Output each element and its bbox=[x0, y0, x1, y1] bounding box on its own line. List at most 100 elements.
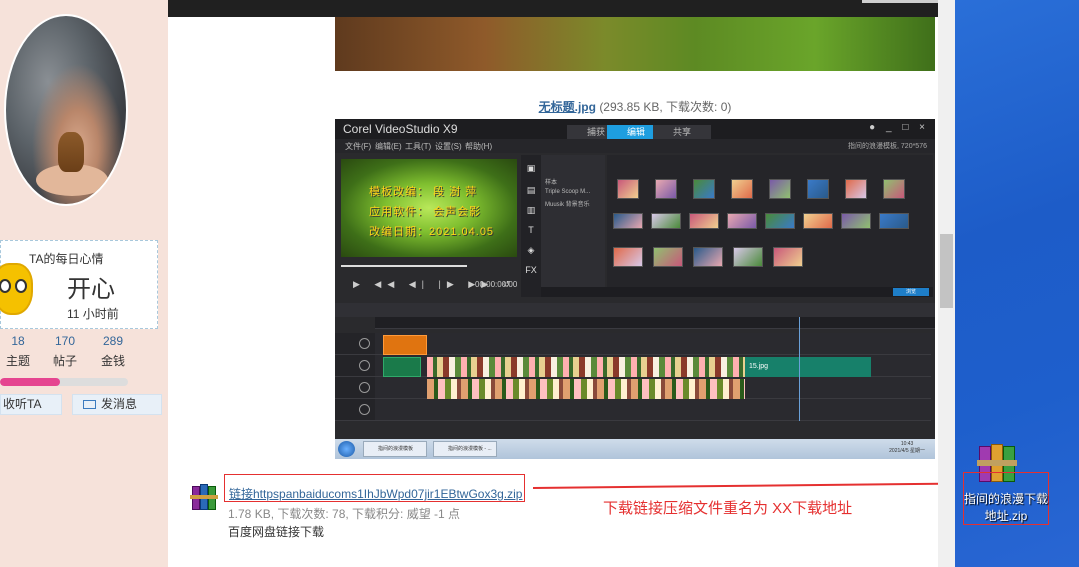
stat-posts[interactable]: 170 帖子 bbox=[40, 334, 90, 369]
library-thumbnail bbox=[651, 213, 681, 229]
embedded-editor-screenshot[interactable]: Corel VideoStudio X9 捕获 编辑 共享 ● _ □ × 文件… bbox=[335, 119, 935, 459]
timeline-clip-color bbox=[383, 335, 427, 355]
timeline-photo-strip-2 bbox=[427, 379, 745, 399]
timeline-ruler bbox=[375, 317, 935, 329]
windows-start-icon bbox=[338, 441, 355, 457]
mood-time: 11 小时前 bbox=[67, 307, 119, 321]
editor-menu-settings: 设置(S) bbox=[435, 142, 462, 151]
library-thumbnail bbox=[883, 179, 905, 199]
attachment-meta: 1.78 KB, 下载次数: 78, 下载积分: 威望 -1 点 bbox=[228, 507, 461, 521]
level-progress-fill bbox=[0, 378, 61, 386]
stat-money-count[interactable]: 289 bbox=[88, 334, 138, 348]
taskbar-item-1: 指间的浪漫模板 bbox=[363, 441, 427, 457]
editor-menu-file: 文件(F) bbox=[345, 142, 372, 151]
attachment-description: 百度网盘链接下载 bbox=[228, 525, 325, 539]
media-tool-icon: ▣ bbox=[526, 163, 536, 173]
library-folder-sample: 样本 bbox=[545, 180, 558, 186]
library-thumbnail bbox=[803, 213, 833, 229]
taskbar-clock: 10:43 2021/4/5 星期一 bbox=[889, 441, 925, 455]
image-filename-link[interactable]: 无标题.jpg bbox=[539, 100, 596, 114]
library-thumbnail bbox=[617, 179, 639, 199]
timeline-clip-intro bbox=[383, 357, 421, 377]
transition-tool-icon: ▥ bbox=[526, 205, 536, 215]
editor-window-buttons: ● _ □ × bbox=[869, 122, 929, 133]
editor-tool-strip: ▣ ▤ ▥ T ◈ FX bbox=[521, 155, 541, 297]
rar-archive-icon bbox=[190, 483, 220, 511]
editor-library-footer: 浏览 bbox=[541, 287, 933, 297]
editor-library-thumbnails bbox=[607, 155, 933, 297]
taskbar-clock-time: 10:43 bbox=[900, 441, 914, 447]
stat-posts-count[interactable]: 170 bbox=[40, 334, 90, 348]
library-thumbnail bbox=[727, 213, 757, 229]
library-thumbnail bbox=[693, 247, 723, 267]
library-thumbnail bbox=[731, 179, 753, 199]
timeline-playhead bbox=[799, 317, 800, 421]
editor-tab-share: 共享 bbox=[653, 125, 711, 139]
track-head-overlay2 bbox=[335, 377, 375, 399]
library-thumbnail bbox=[693, 179, 715, 199]
track-head-title bbox=[335, 399, 375, 421]
send-message-button[interactable]: 发消息 bbox=[72, 394, 162, 415]
mood-smiley-icon bbox=[0, 263, 33, 315]
preview-line-2: 应用软件： 会声会影 bbox=[369, 206, 482, 218]
mood-title: TA的每日心情 bbox=[29, 252, 104, 266]
editor-menu-edit: 编辑(E) bbox=[375, 142, 402, 151]
library-folder-music: Muusik 背景音乐 bbox=[545, 202, 590, 208]
stat-threads-count[interactable]: 18 bbox=[0, 334, 43, 348]
annotation-arrow-line bbox=[532, 482, 953, 489]
title-tool-icon: T bbox=[528, 225, 534, 235]
follow-button[interactable]: 收听TA bbox=[0, 394, 62, 415]
taskbar-clock-date: 2021/4/5 星期一 bbox=[889, 448, 925, 454]
library-thumbnail bbox=[879, 213, 909, 229]
library-thumbnail bbox=[773, 247, 803, 267]
stat-posts-label: 帖子 bbox=[52, 354, 77, 368]
mood-value: 开心 bbox=[67, 276, 115, 303]
preview-scrub-bar bbox=[341, 265, 467, 267]
editor-app-title: Corel VideoStudio X9 bbox=[343, 122, 458, 136]
windows-taskbar: 指间的浪漫模板 指间的浪漫模板 - ... 10:43 2021/4/5 星期一 bbox=[335, 439, 935, 459]
library-thumbnail bbox=[845, 179, 867, 199]
timeline-photo-strip-1 bbox=[427, 357, 745, 377]
timeline-clip-label: 15.jpg bbox=[749, 363, 769, 370]
level-progress-bar bbox=[0, 378, 128, 386]
top-nav-edge bbox=[862, 0, 938, 3]
envelope-icon bbox=[83, 400, 96, 409]
library-thumbnail bbox=[613, 247, 643, 267]
attachment-download-link[interactable]: 链接httpspanbaiducoms1IhJbWpd07jir1EBtwGox… bbox=[229, 485, 523, 502]
stat-money-label: 金钱 bbox=[100, 354, 125, 368]
editor-title-bar: Corel VideoStudio X9 捕获 编辑 共享 ● _ □ × bbox=[335, 119, 935, 139]
send-message-label: 发消息 bbox=[101, 397, 138, 411]
library-thumbnail bbox=[733, 247, 763, 267]
avatar[interactable] bbox=[4, 14, 128, 206]
library-thumbnail bbox=[765, 213, 795, 229]
track-video bbox=[375, 333, 931, 355]
editor-menu-tools: 工具(T) bbox=[405, 142, 432, 151]
track-head-overlay1 bbox=[335, 355, 375, 377]
instant-project-icon: ▤ bbox=[526, 185, 536, 195]
library-thumbnail bbox=[807, 179, 829, 199]
mood-eye-right bbox=[15, 279, 27, 293]
track-title bbox=[375, 399, 931, 421]
library-thumbnail bbox=[841, 213, 871, 229]
timeline-toolbar bbox=[335, 303, 935, 317]
image-meta: (293.85 KB, 下载次数: 0) bbox=[599, 100, 732, 114]
stat-threads[interactable]: 18 主题 bbox=[0, 334, 43, 369]
post-image-top bbox=[335, 17, 935, 71]
graphics-tool-icon: ◈ bbox=[527, 245, 535, 255]
avatar-figurine bbox=[58, 132, 84, 172]
stat-threads-label: 主题 bbox=[5, 354, 30, 368]
editor-menu-bar: 文件(F) 编辑(E) 工具(T) 设置(S) 帮助(H) 指间的浪漫模板, 7… bbox=[335, 139, 935, 153]
library-browse-button: 浏览 bbox=[893, 288, 929, 296]
editor-status: 指间的浪漫模板, 720*576 bbox=[848, 143, 927, 150]
rename-annotation: 下载链接压缩文件重名为 XX下载地址 bbox=[603, 500, 853, 517]
library-thumbnail bbox=[769, 179, 791, 199]
page-scrollbar-thumb[interactable] bbox=[940, 234, 953, 308]
image-caption: 无标题.jpg (293.85 KB, 下载次数: 0) bbox=[335, 98, 935, 115]
editor-menu-help: 帮助(H) bbox=[465, 142, 493, 151]
library-thumbnail bbox=[653, 247, 683, 267]
stat-money[interactable]: 289 金钱 bbox=[88, 334, 138, 369]
library-thumbnail bbox=[655, 179, 677, 199]
daily-mood-card: TA的每日心情 开心 11 小时前 bbox=[0, 240, 158, 329]
preview-line-3: 改编日期：2021.04.05 bbox=[369, 226, 495, 238]
desktop-file-label[interactable]: 指间的浪漫下载地址.zip bbox=[963, 491, 1049, 525]
